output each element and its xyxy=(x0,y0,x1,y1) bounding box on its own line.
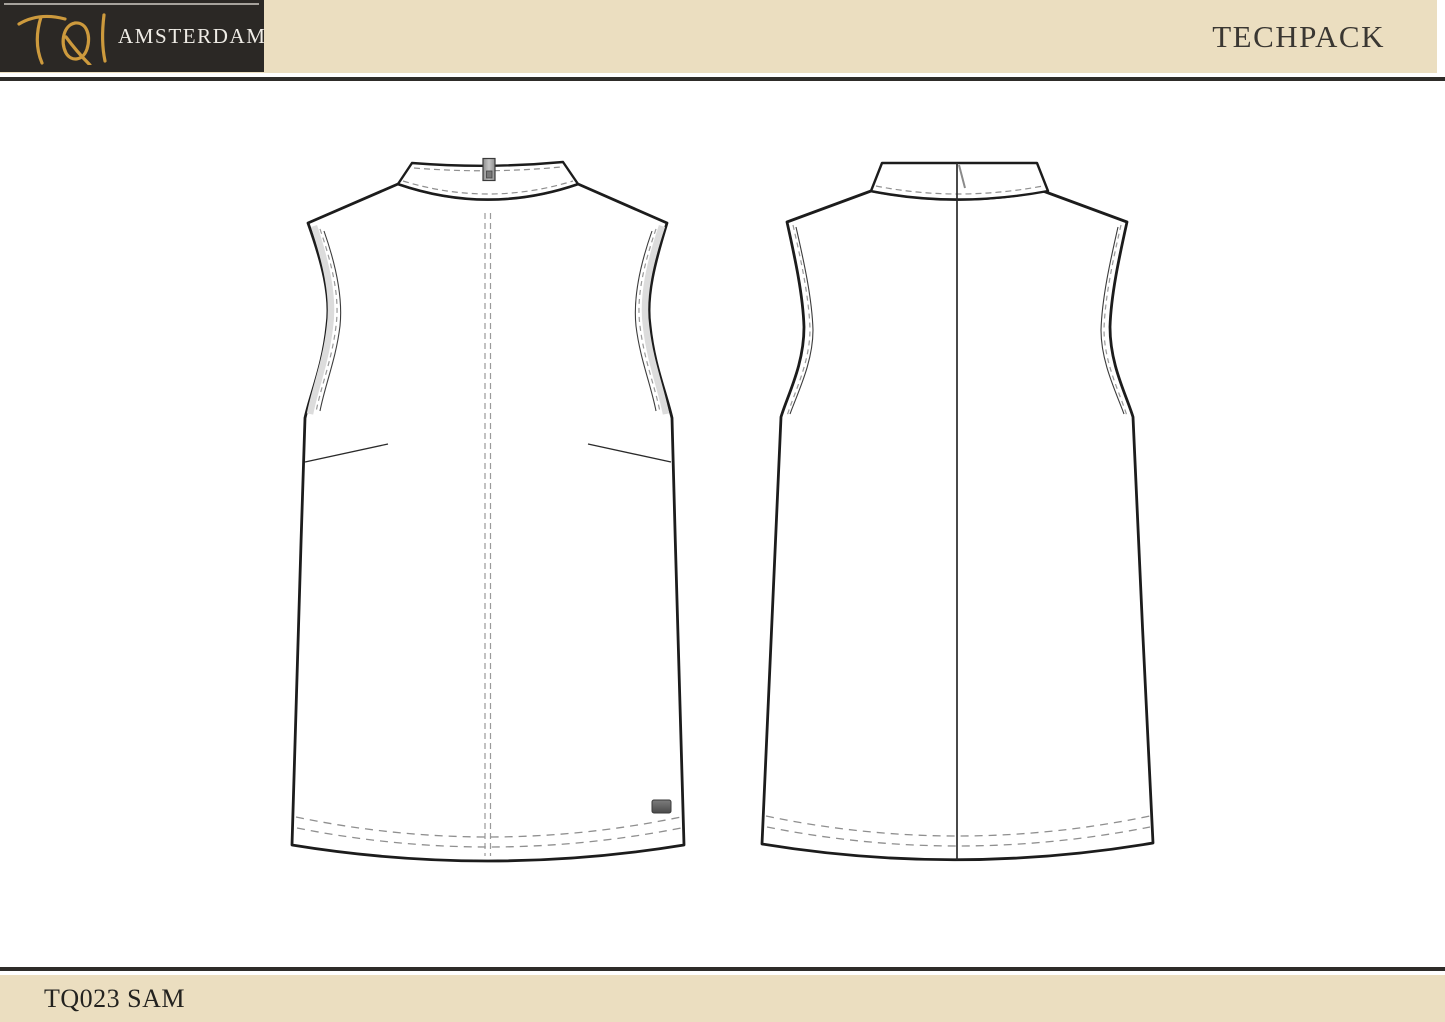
garment-flats xyxy=(290,157,1155,863)
hem-label-tag xyxy=(651,799,672,814)
front-view-drawing xyxy=(290,157,686,863)
style-code: TQ023 SAM xyxy=(44,983,186,1013)
footer-rule xyxy=(0,967,1445,971)
back-view-drawing xyxy=(760,161,1155,862)
techpack-page: TECHPACK TQ AMSTERDAM xyxy=(0,0,1445,1022)
zipper-pull-icon xyxy=(482,157,496,182)
footer-band: TQ023 SAM xyxy=(0,975,1445,1022)
